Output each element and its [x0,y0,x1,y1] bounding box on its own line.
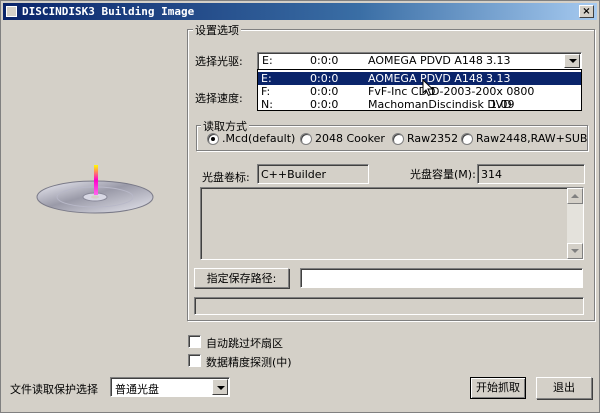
drive-select-ver: 3.13 [486,54,511,67]
drive-select[interactable]: E: 0:0:0 AOMEGA PDVD A148 3.13 [257,52,582,70]
log-scrollbar[interactable] [567,188,583,259]
title-bar: DISCINDISK3 Building Image × [3,3,597,20]
chevron-down-icon [217,386,225,390]
read-mode-radio-mcd[interactable] [207,133,219,145]
settings-group-label: 设置选项 [193,22,241,38]
read-mode-radio-2048[interactable] [300,133,312,145]
capacity-value: 314 [481,168,502,181]
arrow-up-icon [571,194,579,198]
progress-bar [194,297,584,315]
protect-select[interactable]: 普通光盘 [110,377,230,397]
save-path-button[interactable]: 指定保存路径: [194,268,289,288]
main-window: DISCINDISK3 Building Image × 设置选项 选择光驱: [0,0,600,413]
app-icon [6,6,17,17]
drive-select-name: AOMEGA PDVD A148 [368,54,483,67]
protect-dropdown-button[interactable] [212,379,228,395]
read-mode-option-label: Raw2352 [407,132,459,145]
window-title: DISCINDISK3 Building Image [22,5,195,18]
drive-option[interactable]: E: 0:0:0 AOMEGA PDVD A148 3.13 [258,72,581,85]
speed-label: 选择速度: [195,92,243,105]
close-button[interactable]: × [579,5,594,18]
arrow-down-icon [571,249,579,253]
drive-option[interactable]: N: 0:0:0 MachomanDiscindisk DVD 1.09 [258,98,581,111]
chevron-down-icon [569,59,577,63]
drive-dropdown-list: E: 0:0:0 AOMEGA PDVD A148 3.13 F: 0:0:0 … [257,69,582,111]
volume-field: C++Builder [257,164,369,184]
protect-label: 文件读取保护选择 [10,383,98,396]
volume-label: 光盘卷标: [202,171,250,184]
drive-label: 选择光驱: [195,55,243,68]
read-mode-option-label: Raw2448,RAW+SUB [476,132,588,145]
log-textarea[interactable] [200,187,584,260]
drive-dropdown-button[interactable] [564,54,580,68]
capacity-label: 光盘容量(M): [410,168,476,181]
read-mode-option-label: 2048 Cooker [315,132,385,145]
protect-select-value: 普通光盘 [115,383,159,396]
skip-bad-sectors-label: 自动跳过坏扇区 [206,337,283,350]
exit-button[interactable]: 退出 [536,377,592,399]
skip-bad-sectors-checkbox[interactable] [188,335,201,348]
drive-option[interactable]: F: 0:0:0 FvF-Inc CDD D-2003-200x 0800 [258,85,581,98]
precision-detect-label: 数据精度探测(中) [206,356,292,369]
scroll-down-button[interactable] [567,243,583,259]
precision-detect-checkbox[interactable] [188,354,201,367]
drive-select-letter: E: [262,54,273,67]
read-mode-option-label: .Mcd(default) [222,132,296,145]
read-mode-radio-raw2448[interactable] [461,133,473,145]
scroll-up-button[interactable] [567,188,583,204]
disc-logo-icon [36,165,154,214]
drive-select-addr: 0:0:0 [310,54,339,67]
save-path-field[interactable] [300,268,583,288]
capacity-field: 314 [477,164,585,184]
volume-value: C++Builder [261,168,327,181]
mouse-cursor-icon [422,79,434,97]
read-mode-radio-raw2352[interactable] [392,133,404,145]
start-capture-button[interactable]: 开始抓取 [470,377,526,399]
